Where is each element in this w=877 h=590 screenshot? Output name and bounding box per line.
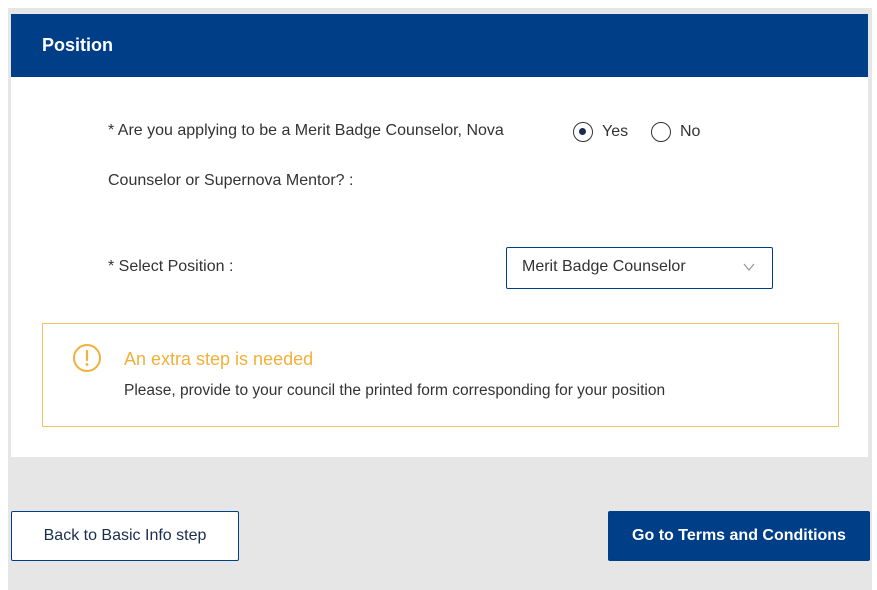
question-line-1: * Are you applying to be a Merit Badge C… [108,122,504,139]
radio-yes[interactable]: Yes [573,122,628,142]
alert-message: Please, provide to your council the prin… [124,382,666,399]
question-line-2: Counselor or Supernova Mentor? : [108,172,354,189]
radio-no-label: No [680,123,701,140]
radio-yes-label: Yes [602,123,629,140]
exclamation-circle-icon [73,344,101,372]
go-to-terms-button[interactable]: Go to Terms and Conditions [608,511,870,561]
radio-yes-circle[interactable] [573,122,593,142]
card-header: Position [11,14,868,77]
back-to-basic-info-button[interactable]: Back to Basic Info step [11,511,239,561]
alert-title: An extra step is needed [124,349,314,369]
extra-step-alert: An extra step is needed Please, provide … [42,323,839,427]
radio-no[interactable]: No [651,122,700,142]
position-card: Position * Are you applying to be a Meri… [11,14,868,457]
card-title: Position [42,35,113,55]
radio-no-circle[interactable] [651,122,671,142]
chevron-down-icon [743,263,755,272]
position-select-value: Merit Badge Counselor [522,258,686,275]
page-background: Position * Are you applying to be a Meri… [8,8,872,590]
position-select[interactable]: Merit Badge Counselor [506,247,773,289]
select-position-label: * Select Position : [108,258,234,275]
